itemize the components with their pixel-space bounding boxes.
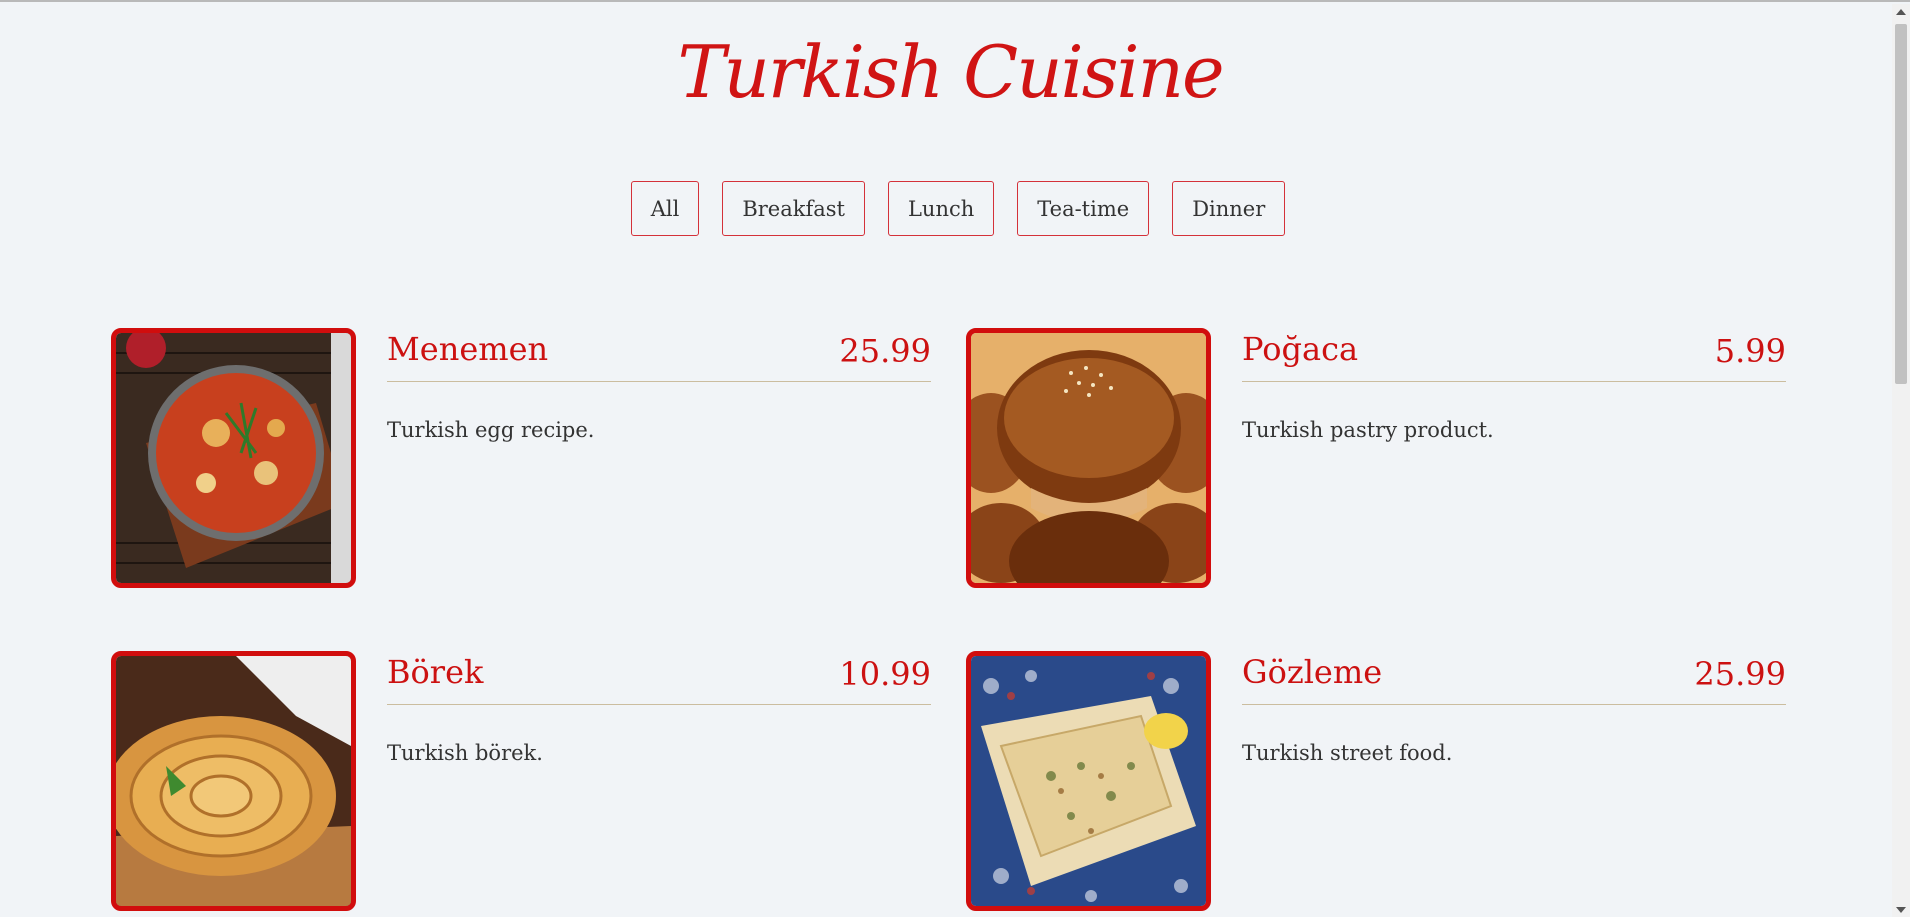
menu-item: Menemen 25.99 Turkish egg recipe. — [111, 328, 931, 588]
scroll-thumb[interactable] — [1895, 24, 1907, 384]
filter-dinner-button[interactable]: Dinner — [1172, 181, 1286, 236]
gozleme-flatbread-image — [966, 651, 1211, 911]
menu-item-price: 5.99 — [1714, 332, 1786, 370]
menu-item-name: Gözleme — [1242, 653, 1383, 691]
scroll-down-icon[interactable] — [1896, 907, 1906, 913]
menu-item-name: Poğaca — [1242, 330, 1359, 368]
menemen-dish-image — [111, 328, 356, 588]
filter-all-button[interactable]: All — [630, 181, 700, 236]
menu-item: Börek 10.99 Turkish börek. — [111, 651, 931, 911]
vertical-scrollbar[interactable] — [1892, 4, 1910, 917]
menu-item: Poğaca 5.99 Turkish pastry product. — [966, 328, 1786, 588]
menu-page: Turkish Cuisine All Breakfast Lunch Tea-… — [0, 2, 1890, 915]
filter-bar: All Breakfast Lunch Tea-time Dinner — [0, 181, 1910, 236]
filter-breakfast-button[interactable]: Breakfast — [722, 181, 865, 236]
menu-item-description: Turkish egg recipe. — [387, 418, 595, 442]
menu-item-description: Turkish street food. — [1242, 741, 1453, 765]
menu-item-description: Turkish pastry product. — [1242, 418, 1494, 442]
pogaca-pastry-image — [966, 328, 1211, 588]
menu-item-name: Menemen — [387, 330, 549, 368]
page-title: Turkish Cuisine — [677, 30, 1224, 114]
menu-item-price: 25.99 — [839, 332, 931, 370]
menu-item-name: Börek — [387, 653, 484, 691]
scroll-up-icon[interactable] — [1896, 9, 1906, 15]
filter-tea-time-button[interactable]: Tea-time — [1017, 181, 1150, 236]
menu-item-price: 25.99 — [1694, 655, 1786, 693]
menu-item-price: 10.99 — [839, 655, 931, 693]
menu-item-description: Turkish börek. — [387, 741, 543, 765]
filter-lunch-button[interactable]: Lunch — [887, 181, 995, 236]
borek-pastry-image — [111, 651, 356, 911]
menu-item: Gözleme 25.99 Turkish street food. — [966, 651, 1786, 911]
